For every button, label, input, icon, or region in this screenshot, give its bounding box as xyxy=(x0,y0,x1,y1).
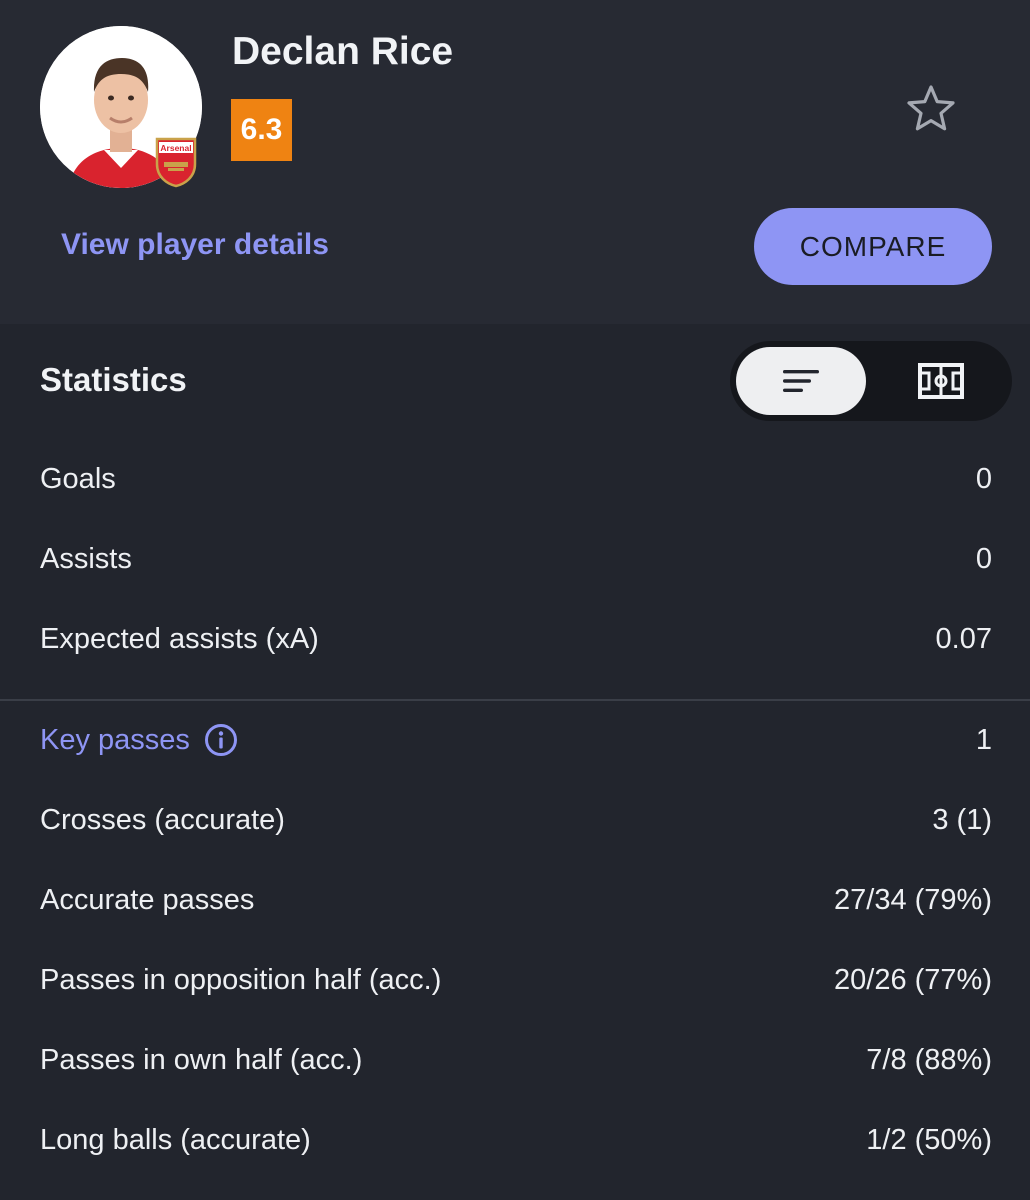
pitch-icon xyxy=(918,363,964,399)
stat-value: 1/2 (50%) xyxy=(866,1123,992,1156)
stat-value: 27/34 (79%) xyxy=(834,883,992,916)
stat-value: 20/26 (77%) xyxy=(834,963,992,996)
stat-row-passes-opposition-half: Passes in opposition half (acc.) 20/26 (… xyxy=(40,955,992,1005)
stat-value: 0.07 xyxy=(935,622,992,655)
stat-value: 7/8 (88%) xyxy=(866,1043,992,1076)
team-badge: Arsenal xyxy=(154,136,198,188)
team-badge-label: Arsenal xyxy=(160,143,191,153)
stat-label: Crosses (accurate) xyxy=(40,803,285,836)
statistics-heading: Statistics xyxy=(40,361,187,398)
stat-row-crosses: Crosses (accurate) 3 (1) xyxy=(40,795,992,845)
stat-row-key-passes: Key passes 1 xyxy=(40,715,992,765)
stat-row-assists: Assists 0 xyxy=(40,534,992,584)
star-outline-icon[interactable] xyxy=(904,82,958,136)
stat-label: Passes in own half (acc.) xyxy=(40,1043,363,1076)
list-view-toggle[interactable] xyxy=(736,347,866,415)
stat-label: Accurate passes xyxy=(40,883,255,916)
view-toggle xyxy=(730,341,1012,421)
stat-label: Long balls (accurate) xyxy=(40,1123,311,1156)
section-divider xyxy=(0,699,1030,701)
rating-badge: 6.3 xyxy=(231,99,292,161)
stat-row-long-balls: Long balls (accurate) 1/2 (50%) xyxy=(40,1115,992,1165)
view-player-details-link[interactable]: View player details xyxy=(61,228,329,262)
pitch-view-toggle[interactable] xyxy=(876,347,1006,415)
stat-value: 0 xyxy=(975,542,992,575)
compare-button[interactable]: COMPARE xyxy=(754,208,992,285)
key-passes-link[interactable]: Key passes xyxy=(40,724,190,757)
stat-row-expected-assists: Expected assists (xA) 0.07 xyxy=(40,614,992,664)
stat-label: Assists xyxy=(40,542,132,575)
stat-label: Expected assists (xA) xyxy=(40,622,319,655)
stat-label: Goals xyxy=(40,462,116,495)
player-name: Declan Rice xyxy=(232,30,454,73)
stat-label: Passes in opposition half (acc.) xyxy=(40,963,442,996)
info-icon[interactable] xyxy=(204,723,238,757)
stat-label-group: Key passes xyxy=(40,723,238,757)
player-header: Arsenal Declan Rice 6.3 View player deta… xyxy=(0,0,1030,324)
stat-value: 1 xyxy=(975,723,992,756)
stat-row-accurate-passes: Accurate passes 27/34 (79%) xyxy=(40,875,992,925)
stat-row-goals: Goals 0 xyxy=(40,454,992,504)
stat-row-passes-own-half: Passes in own half (acc.) 7/8 (88%) xyxy=(40,1035,992,1085)
list-icon xyxy=(783,370,819,392)
stat-value: 3 (1) xyxy=(932,803,992,836)
stat-value: 0 xyxy=(975,462,992,495)
